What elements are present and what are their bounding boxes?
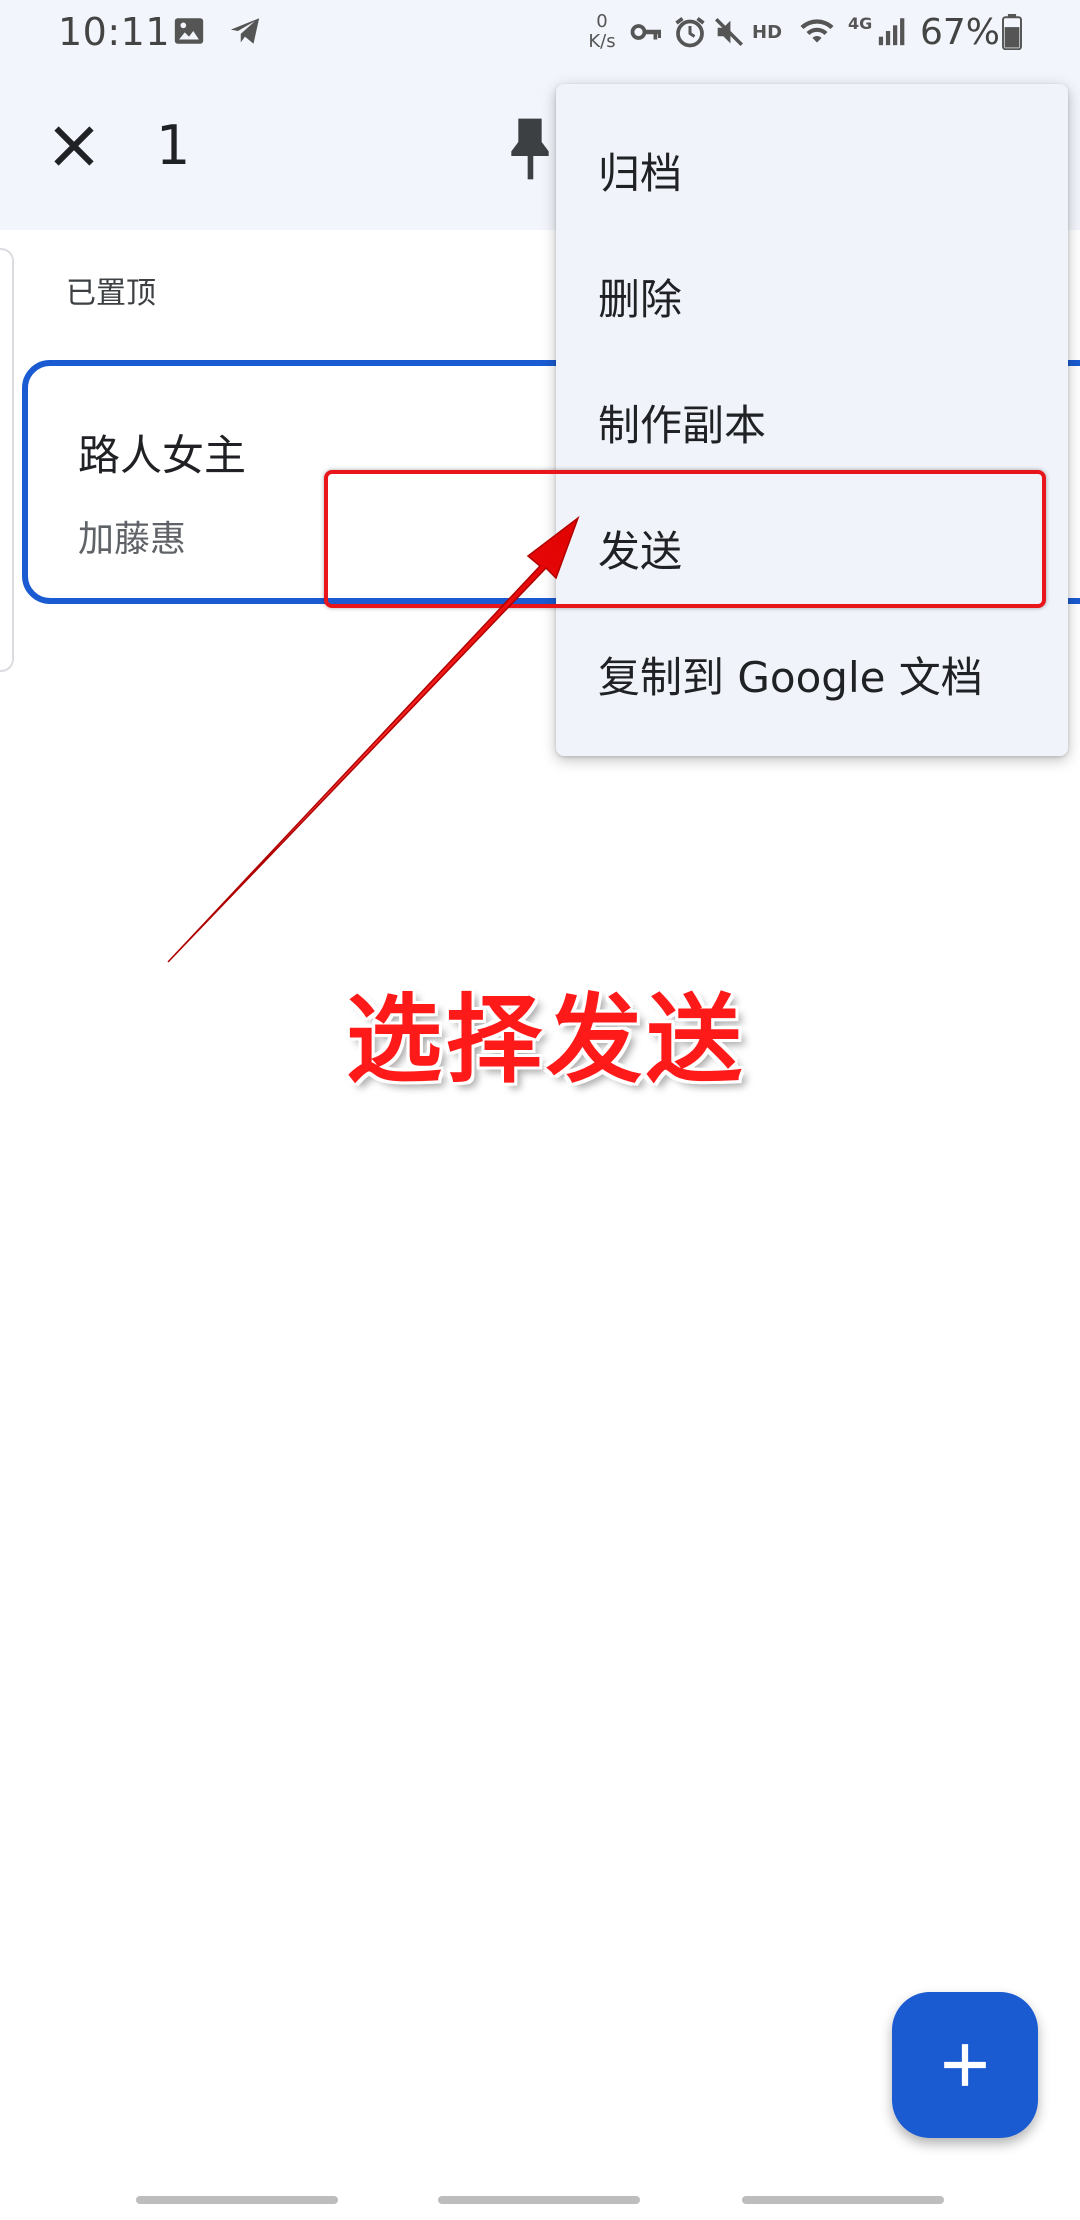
menu-item-copy-to-google-docs[interactable]: 复制到 Google 文档 bbox=[598, 644, 983, 705]
overflow-menu: 归档 删除 制作副本 发送 复制到 Google 文档 bbox=[556, 84, 1068, 756]
note-body: 加藤惠 bbox=[78, 519, 187, 560]
net-speed-unit: K/s bbox=[588, 31, 616, 52]
notification-icons bbox=[172, 14, 264, 52]
mute-icon bbox=[712, 14, 746, 54]
annotation-caption: 选择发送 bbox=[346, 983, 746, 1096]
close-selection-button[interactable] bbox=[44, 116, 104, 176]
nav-recents-button[interactable] bbox=[136, 2196, 338, 2204]
menu-item-archive[interactable]: 归档 bbox=[598, 140, 682, 201]
battery-icon bbox=[1000, 14, 1024, 54]
signal-icon bbox=[876, 14, 910, 52]
close-icon bbox=[54, 126, 94, 166]
vpn-key-icon bbox=[626, 14, 666, 54]
pin-button[interactable] bbox=[502, 114, 562, 184]
net-speed-indicator: 0 K/s bbox=[582, 12, 622, 52]
selected-count: 1 bbox=[156, 114, 191, 177]
alarm-icon bbox=[672, 14, 708, 54]
hd-label: HD bbox=[752, 22, 783, 43]
telegram-icon bbox=[226, 14, 264, 52]
annotation-highlight-box bbox=[324, 470, 1046, 608]
side-panel-edge bbox=[0, 248, 14, 672]
network-type-label: 4G bbox=[848, 14, 873, 33]
pinned-section-label: 已置顶 bbox=[66, 276, 156, 311]
nav-home-button[interactable] bbox=[438, 2196, 640, 2204]
note-title: 路人女主 bbox=[78, 431, 247, 480]
nav-back-button[interactable] bbox=[742, 2196, 944, 2204]
battery-percent: 67% bbox=[920, 12, 1001, 53]
pin-icon bbox=[511, 118, 549, 180]
menu-item-make-copy[interactable]: 制作副本 bbox=[598, 392, 766, 453]
net-speed-value: 0 bbox=[596, 11, 608, 32]
status-time: 10:11 bbox=[58, 10, 171, 54]
image-icon bbox=[172, 14, 206, 52]
plus-icon bbox=[944, 2044, 986, 2086]
status-bar: 10:11 0 K/s HD 4G 67% bbox=[0, 0, 1080, 72]
menu-item-delete[interactable]: 删除 bbox=[598, 266, 682, 327]
new-note-fab[interactable] bbox=[892, 1992, 1038, 2138]
wifi-icon bbox=[796, 14, 838, 54]
